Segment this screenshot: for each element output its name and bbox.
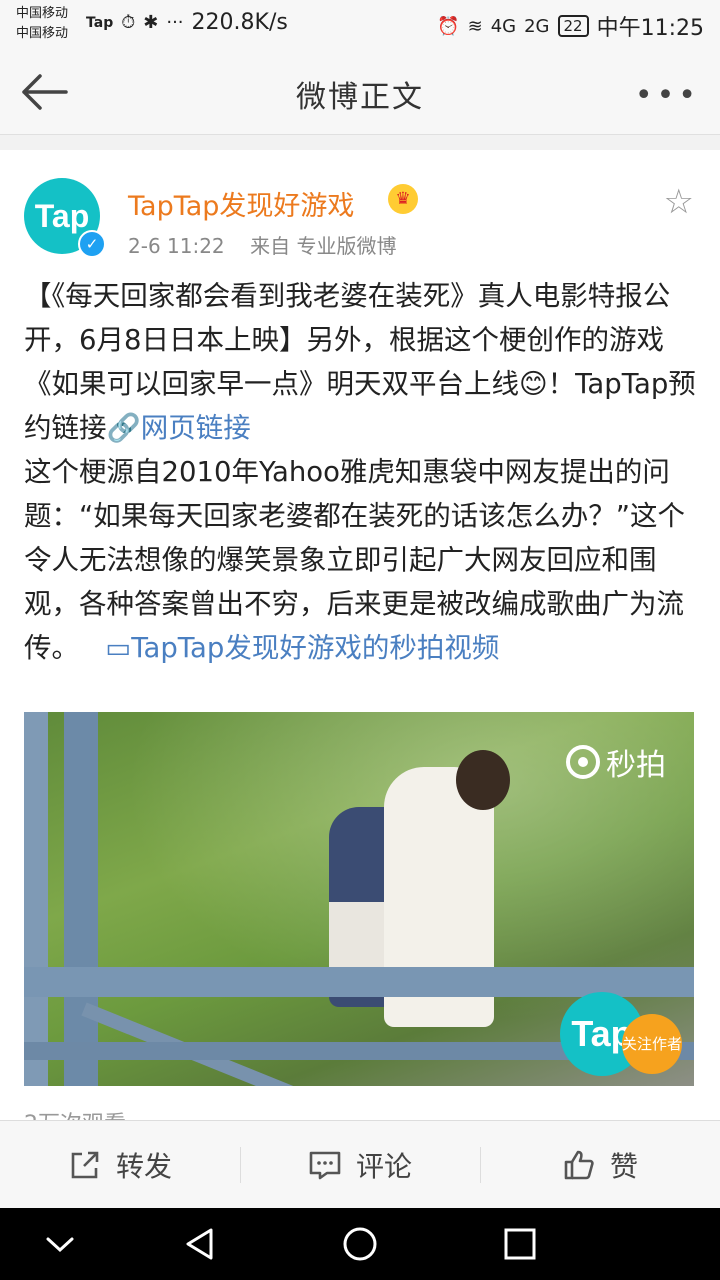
carrier-1: 中国移动	[16, 6, 69, 21]
video-link[interactable]: ▭TapTap发现好游戏的秒拍视频	[88, 632, 500, 664]
collapse-chevron-icon[interactable]	[42, 1226, 78, 1262]
signal-2g-icon: 2G	[524, 15, 550, 37]
miaopai-watermark-text: 秒拍	[606, 748, 666, 783]
clock: 中午11:25	[596, 16, 704, 41]
follow-author-button[interactable]: 关注作者	[622, 1014, 682, 1074]
status-left-icons: Tap ⏱ ✱ ··· 220.8K/s	[86, 10, 288, 35]
app-notification-icon: ✱	[143, 12, 159, 33]
alarm-icon: ⏰	[437, 15, 460, 37]
share-icon	[71, 1151, 99, 1179]
verified-badge-icon: ✓	[78, 230, 106, 258]
more-options-icon[interactable]: •••	[635, 78, 700, 113]
comment-label: 评论	[355, 1150, 412, 1183]
recent-apps-square-icon[interactable]	[502, 1226, 538, 1262]
like-label: 赞	[609, 1150, 638, 1183]
status-right-icons: ⏰ ≋ 4G 2G 22 中午11:25	[437, 10, 704, 42]
comment-icon	[309, 1151, 341, 1180]
action-bar: 转发 评论 赞	[0, 1120, 720, 1209]
thumbs-up-icon	[564, 1150, 594, 1180]
home-circle-icon[interactable]	[342, 1226, 378, 1262]
taptap-notification-icon: Tap	[86, 14, 114, 31]
status-bar: 中国移动 中国移动 Tap ⏱ ✱ ··· 220.8K/s ⏰ ≋ 4G 2G…	[0, 0, 720, 50]
miaopai-watermark: 秒拍	[566, 740, 666, 784]
like-button[interactable]: 赞	[480, 1121, 720, 1209]
post-content: 【《每天回家都会看到我老婆在装死》真人电影特报公开，6月8日日本上映】另外，根据…	[24, 274, 700, 670]
carrier-info: 中国移动 中国移动	[16, 4, 68, 44]
member-crown-icon: ♛	[388, 184, 418, 214]
video-camera-icon: ▭	[105, 632, 132, 664]
back-triangle-icon[interactable]	[182, 1226, 218, 1262]
signal-4g-icon: 4G	[490, 15, 517, 37]
web-link[interactable]: 🔗网页链接	[107, 412, 251, 444]
page-title: 微博正文	[296, 80, 424, 115]
network-speed: 220.8K/s	[191, 10, 288, 35]
wifi-icon: ≋	[467, 15, 483, 37]
system-nav-bar	[0, 1208, 720, 1280]
carrier-2: 中国移动	[16, 26, 69, 41]
favorite-star-icon[interactable]: ☆	[664, 182, 694, 222]
view-count: 2万次观看	[24, 1106, 126, 1120]
repost-label: 转发	[115, 1150, 172, 1183]
video-link-label: TapTap发现好游戏的秒拍视频	[131, 632, 500, 664]
timer-icon: ⏱	[121, 12, 136, 33]
more-notifications-icon: ···	[166, 12, 184, 33]
post-meta: 2-6 11:22 来自 专业版微博	[128, 230, 396, 259]
video-player[interactable]: 秒拍 Tap 关注作者	[24, 712, 694, 1086]
repost-button[interactable]: 转发	[0, 1121, 240, 1209]
post-card: Tap ✓ TapTap发现好游戏 ♛ 2-6 11:22 来自 专业版微博 ☆…	[0, 150, 720, 1120]
comment-button[interactable]: 评论	[240, 1121, 480, 1209]
miaopai-logo-icon	[566, 745, 600, 779]
post-source: 来自 专业版微博	[250, 234, 397, 258]
battery-icon: 22	[557, 15, 589, 37]
username[interactable]: TapTap发现好游戏	[128, 184, 354, 223]
post-time: 2-6 11:22	[128, 234, 225, 258]
nav-bar: 微博正文 •••	[0, 50, 720, 135]
